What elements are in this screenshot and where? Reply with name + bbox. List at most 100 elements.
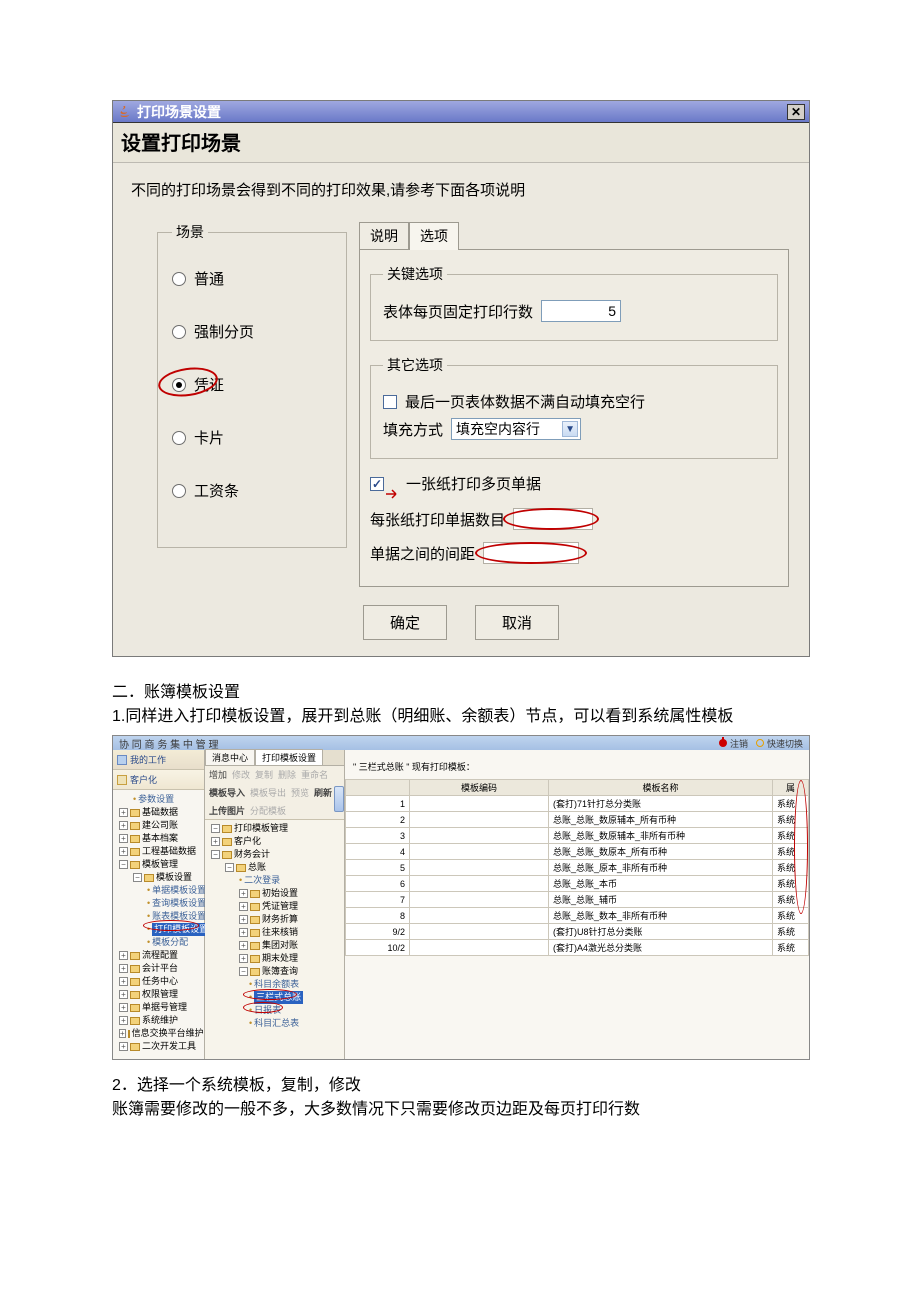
collapse-icon[interactable]: − [119, 860, 128, 869]
tree-item[interactable]: +信息交换平台维护 [115, 1027, 202, 1040]
module-tree[interactable]: −打印模板管理+客户化−财务会计−总账•二次登录+初始设置+凭证管理+财务折算+… [205, 820, 344, 1030]
tree-item[interactable]: +系统维护 [115, 1014, 202, 1027]
collapse-icon[interactable]: − [225, 863, 234, 872]
tree-item[interactable]: −总账 [207, 861, 342, 874]
expand-icon[interactable]: + [239, 915, 248, 924]
ok-button[interactable]: 确定 [363, 605, 447, 640]
expand-icon[interactable]: + [239, 902, 248, 911]
col-attr[interactable]: 属 [773, 780, 809, 796]
expand-icon[interactable]: + [119, 847, 128, 856]
spacing-input[interactable] [483, 542, 579, 564]
tree-item[interactable]: −模板管理 [115, 858, 202, 871]
nav-tree[interactable]: •参数设置+基础数据+建公司账+基本档案+工程基础数据−模板管理−模板设置•单据… [113, 790, 204, 1059]
expand-icon[interactable]: + [119, 1016, 128, 1025]
toolbar-refresh[interactable]: 刷新 [314, 786, 332, 799]
expand-icon[interactable]: + [119, 1003, 128, 1012]
tree-item[interactable]: •二次登录 [207, 874, 342, 887]
scene-option-voucher[interactable]: 凭证 [172, 374, 336, 395]
table-row[interactable]: 10/2(套打)A4激光总分类账系统 [346, 940, 809, 956]
tree-item[interactable]: +建公司账 [115, 819, 202, 832]
tree-item[interactable]: +权限管理 [115, 988, 202, 1001]
tree-item[interactable]: +单据号管理 [115, 1001, 202, 1014]
tree-item[interactable]: •日报表 [207, 1004, 342, 1017]
toolbar-export[interactable]: 模板导出 [250, 786, 286, 799]
table-row[interactable]: 8总账_总账_数本_非所有币种系统 [346, 908, 809, 924]
tab-description[interactable]: 说明 [359, 222, 409, 249]
scrollbar-thumb[interactable] [334, 786, 344, 812]
toolbar-rename[interactable]: 重命名 [301, 768, 328, 781]
table-row[interactable]: 3总账_总账_数原辅本_非所有币种系统 [346, 828, 809, 844]
tree-item[interactable]: +会计平台 [115, 962, 202, 975]
toolbar-copy[interactable]: 复制 [255, 768, 273, 781]
tree-item[interactable]: −模板设置 [115, 871, 202, 884]
expand-icon[interactable]: + [119, 834, 128, 843]
table-row[interactable]: 1(套打)71针打总分类账系统 [346, 796, 809, 812]
toolbar-modify[interactable]: 修改 [232, 768, 250, 781]
toolbar-preview[interactable]: 预览 [291, 786, 309, 799]
expand-icon[interactable]: + [119, 990, 128, 999]
toolbar-upload[interactable]: 上传图片 [209, 804, 245, 817]
expand-icon[interactable]: + [211, 837, 220, 846]
tree-item[interactable]: +基本档案 [115, 832, 202, 845]
tab-print-template[interactable]: 打印模板设置 [255, 749, 323, 765]
fixed-rows-input[interactable] [541, 300, 621, 322]
col-name[interactable]: 模板名称 [549, 780, 773, 796]
expand-icon[interactable]: + [239, 928, 248, 937]
toolbar-assign[interactable]: 分配模板 [250, 804, 286, 817]
scene-option-card[interactable]: 卡片 [172, 427, 336, 448]
expand-icon[interactable]: + [119, 808, 128, 817]
per-sheet-input[interactable] [513, 508, 593, 530]
multi-page-checkbox[interactable] [370, 477, 384, 491]
tree-item[interactable]: +基础数据 [115, 806, 202, 819]
tree-item[interactable]: •科目余额表 [207, 978, 342, 991]
expand-icon[interactable]: + [119, 821, 128, 830]
expand-icon[interactable]: + [119, 977, 128, 986]
tree-item[interactable]: •三栏式总账 [207, 991, 342, 1004]
expand-icon[interactable]: + [119, 1029, 126, 1038]
fill-mode-select[interactable]: 填充空内容行 ▼ [451, 418, 581, 440]
nav-header-mywork[interactable]: 我的工作 [113, 750, 204, 770]
tree-item[interactable]: •模板分配 [115, 936, 202, 949]
tree-item[interactable]: +客户化 [207, 835, 342, 848]
tree-item[interactable]: •查询模板设置 [115, 897, 202, 910]
checkbox-icon[interactable] [383, 395, 397, 409]
table-row[interactable]: 4总账_总账_数原本_所有币种系统 [346, 844, 809, 860]
tab-options[interactable]: 选项 [409, 222, 459, 249]
cancel-button[interactable]: 取消 [475, 605, 559, 640]
nav-header-customer[interactable]: 客户化 [113, 770, 204, 790]
tree-item[interactable]: +财务折算 [207, 913, 342, 926]
collapse-icon[interactable]: − [133, 873, 142, 882]
expand-icon[interactable]: + [119, 951, 128, 960]
tree-item[interactable]: +工程基础数据 [115, 845, 202, 858]
table-row[interactable]: 6总账_总账_本币系统 [346, 876, 809, 892]
tree-item[interactable]: •科目汇总表 [207, 1017, 342, 1030]
tree-item[interactable]: +凭证管理 [207, 900, 342, 913]
dialog-titlebar[interactable]: 打印场景设置 ✕ [113, 101, 809, 123]
tree-item[interactable]: +流程配置 [115, 949, 202, 962]
collapse-icon[interactable]: − [211, 824, 220, 833]
tree-item[interactable]: −财务会计 [207, 848, 342, 861]
table-row[interactable]: 7总账_总账_辅币系统 [346, 892, 809, 908]
toolbar-add[interactable]: 增加 [209, 768, 227, 781]
tree-item[interactable]: +往来核销 [207, 926, 342, 939]
tree-item[interactable]: •账表模板设置 [115, 910, 202, 923]
scene-option-force-page[interactable]: 强制分页 [172, 321, 336, 342]
tree-item[interactable]: +二次开发工具 [115, 1040, 202, 1053]
tab-message-center[interactable]: 消息中心 [205, 749, 255, 765]
tree-item[interactable]: •打印模板设置 [115, 923, 202, 936]
expand-icon[interactable]: + [119, 1042, 128, 1051]
close-icon[interactable]: ✕ [787, 104, 805, 120]
expand-icon[interactable]: + [119, 964, 128, 973]
toolbar-import[interactable]: 模板导入 [209, 786, 245, 799]
tree-item[interactable]: +初始设置 [207, 887, 342, 900]
tree-item[interactable]: •参数设置 [115, 793, 202, 806]
table-row[interactable]: 2总账_总账_数原辅本_所有币种系统 [346, 812, 809, 828]
no-fill-row[interactable]: 最后一页表体数据不满自动填充空行 [383, 391, 765, 412]
col-code[interactable]: 模板编码 [410, 780, 549, 796]
expand-icon[interactable]: + [239, 941, 248, 950]
tree-item[interactable]: −账簿查询 [207, 965, 342, 978]
table-row[interactable]: 5总账_总账_原本_非所有币种系统 [346, 860, 809, 876]
collapse-icon[interactable]: − [239, 967, 248, 976]
quick-switch-button[interactable]: 快速切换 [756, 737, 803, 750]
tree-item[interactable]: +任务中心 [115, 975, 202, 988]
